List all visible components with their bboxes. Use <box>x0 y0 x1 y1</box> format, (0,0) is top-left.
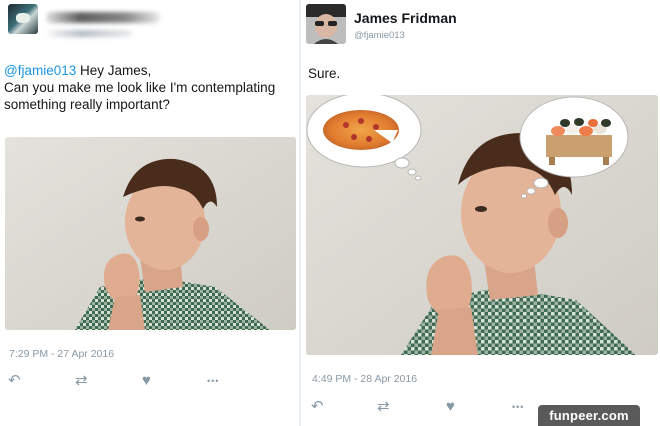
watermark: funpeer.com <box>538 405 640 426</box>
heart-icon[interactable]: ♥ <box>446 399 455 414</box>
reply-icon[interactable]: ↶ <box>8 373 21 388</box>
right-avatar[interactable] <box>306 4 346 44</box>
left-avatar[interactable] <box>8 4 38 34</box>
left-tweet-text: @fjamie013 Hey James, Can you make me lo… <box>4 62 296 113</box>
more-icon[interactable]: ••• <box>512 400 524 415</box>
right-author-handle[interactable]: @fjamie013 <box>354 30 405 41</box>
left-author-name-redacted <box>46 12 160 23</box>
retweet-icon[interactable]: ⇄ <box>377 399 390 414</box>
right-tweet-text: Sure. <box>308 66 341 81</box>
tweet-text-line2: Can you make me look like I'm contemplat… <box>4 80 276 95</box>
more-icon[interactable]: ••• <box>207 374 219 389</box>
left-author-handle-redacted <box>48 30 132 37</box>
mention-link[interactable]: @fjamie013 <box>4 63 76 78</box>
reply-icon[interactable]: ↶ <box>311 399 324 414</box>
left-timestamp[interactable]: 7:29 PM - 27 Apr 2016 <box>9 348 114 360</box>
right-timestamp[interactable]: 4:49 PM - 28 Apr 2016 <box>312 373 417 385</box>
tweet-text-line3: something really important? <box>4 97 170 112</box>
heart-icon[interactable]: ♥ <box>142 373 151 388</box>
panel-divider <box>299 0 301 426</box>
right-author-name[interactable]: James Fridman <box>354 10 457 26</box>
right-tweet-photo[interactable] <box>306 95 658 355</box>
left-tweet-photo[interactable] <box>5 137 296 330</box>
tweet-text-line1: Hey James, <box>76 63 152 78</box>
retweet-icon[interactable]: ⇄ <box>75 373 88 388</box>
